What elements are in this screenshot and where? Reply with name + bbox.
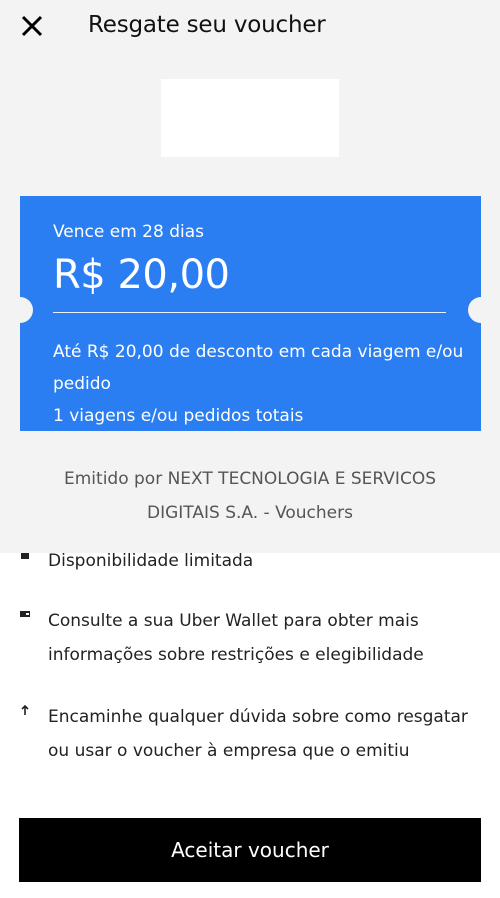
arrow-up-icon [21, 704, 29, 715]
info-text-wallet: Consulte a sua Uber Wallet para obter ma… [48, 611, 424, 665]
voucher-description: Até R$ 20,00 de desconto em cada viagem … [53, 336, 478, 432]
issuer-logo [161, 79, 339, 157]
voucher-expiry: Vence em 28 dias [53, 222, 204, 242]
page-title: Resgate seu voucher [88, 12, 326, 38]
issuer-line1: Emitido por NEXT TECNOLOGIA E SERVICOS [64, 469, 436, 489]
card-notch-left [7, 297, 33, 323]
wallet-icon [20, 611, 30, 617]
voucher-amount: R$ 20,00 [53, 252, 230, 298]
voucher-card: Vence em 28 dias R$ 20,00 Até R$ 20,00 d… [7, 196, 494, 432]
card-divider [53, 312, 446, 313]
close-button[interactable] [16, 10, 48, 42]
issuer-text: Emitido por NEXT TECNOLOGIA E SERVICOS D… [0, 462, 500, 530]
card-notch-right [468, 297, 494, 323]
voucher-panel: Resgate seu voucher Vence em 28 dias R$ … [0, 0, 500, 553]
issuer-line2: DIGITAIS S.A. - Vouchers [147, 503, 353, 523]
voucher-description-line1: Até R$ 20,00 de desconto em cada viagem … [53, 342, 464, 394]
voucher-description-line2: 1 viagens e/ou pedidos totais [53, 406, 304, 426]
accept-voucher-button[interactable]: Aceitar voucher [19, 818, 481, 882]
close-icon [21, 15, 43, 37]
info-text-contact: Encaminhe qualquer dúvida sobre como res… [48, 707, 468, 761]
